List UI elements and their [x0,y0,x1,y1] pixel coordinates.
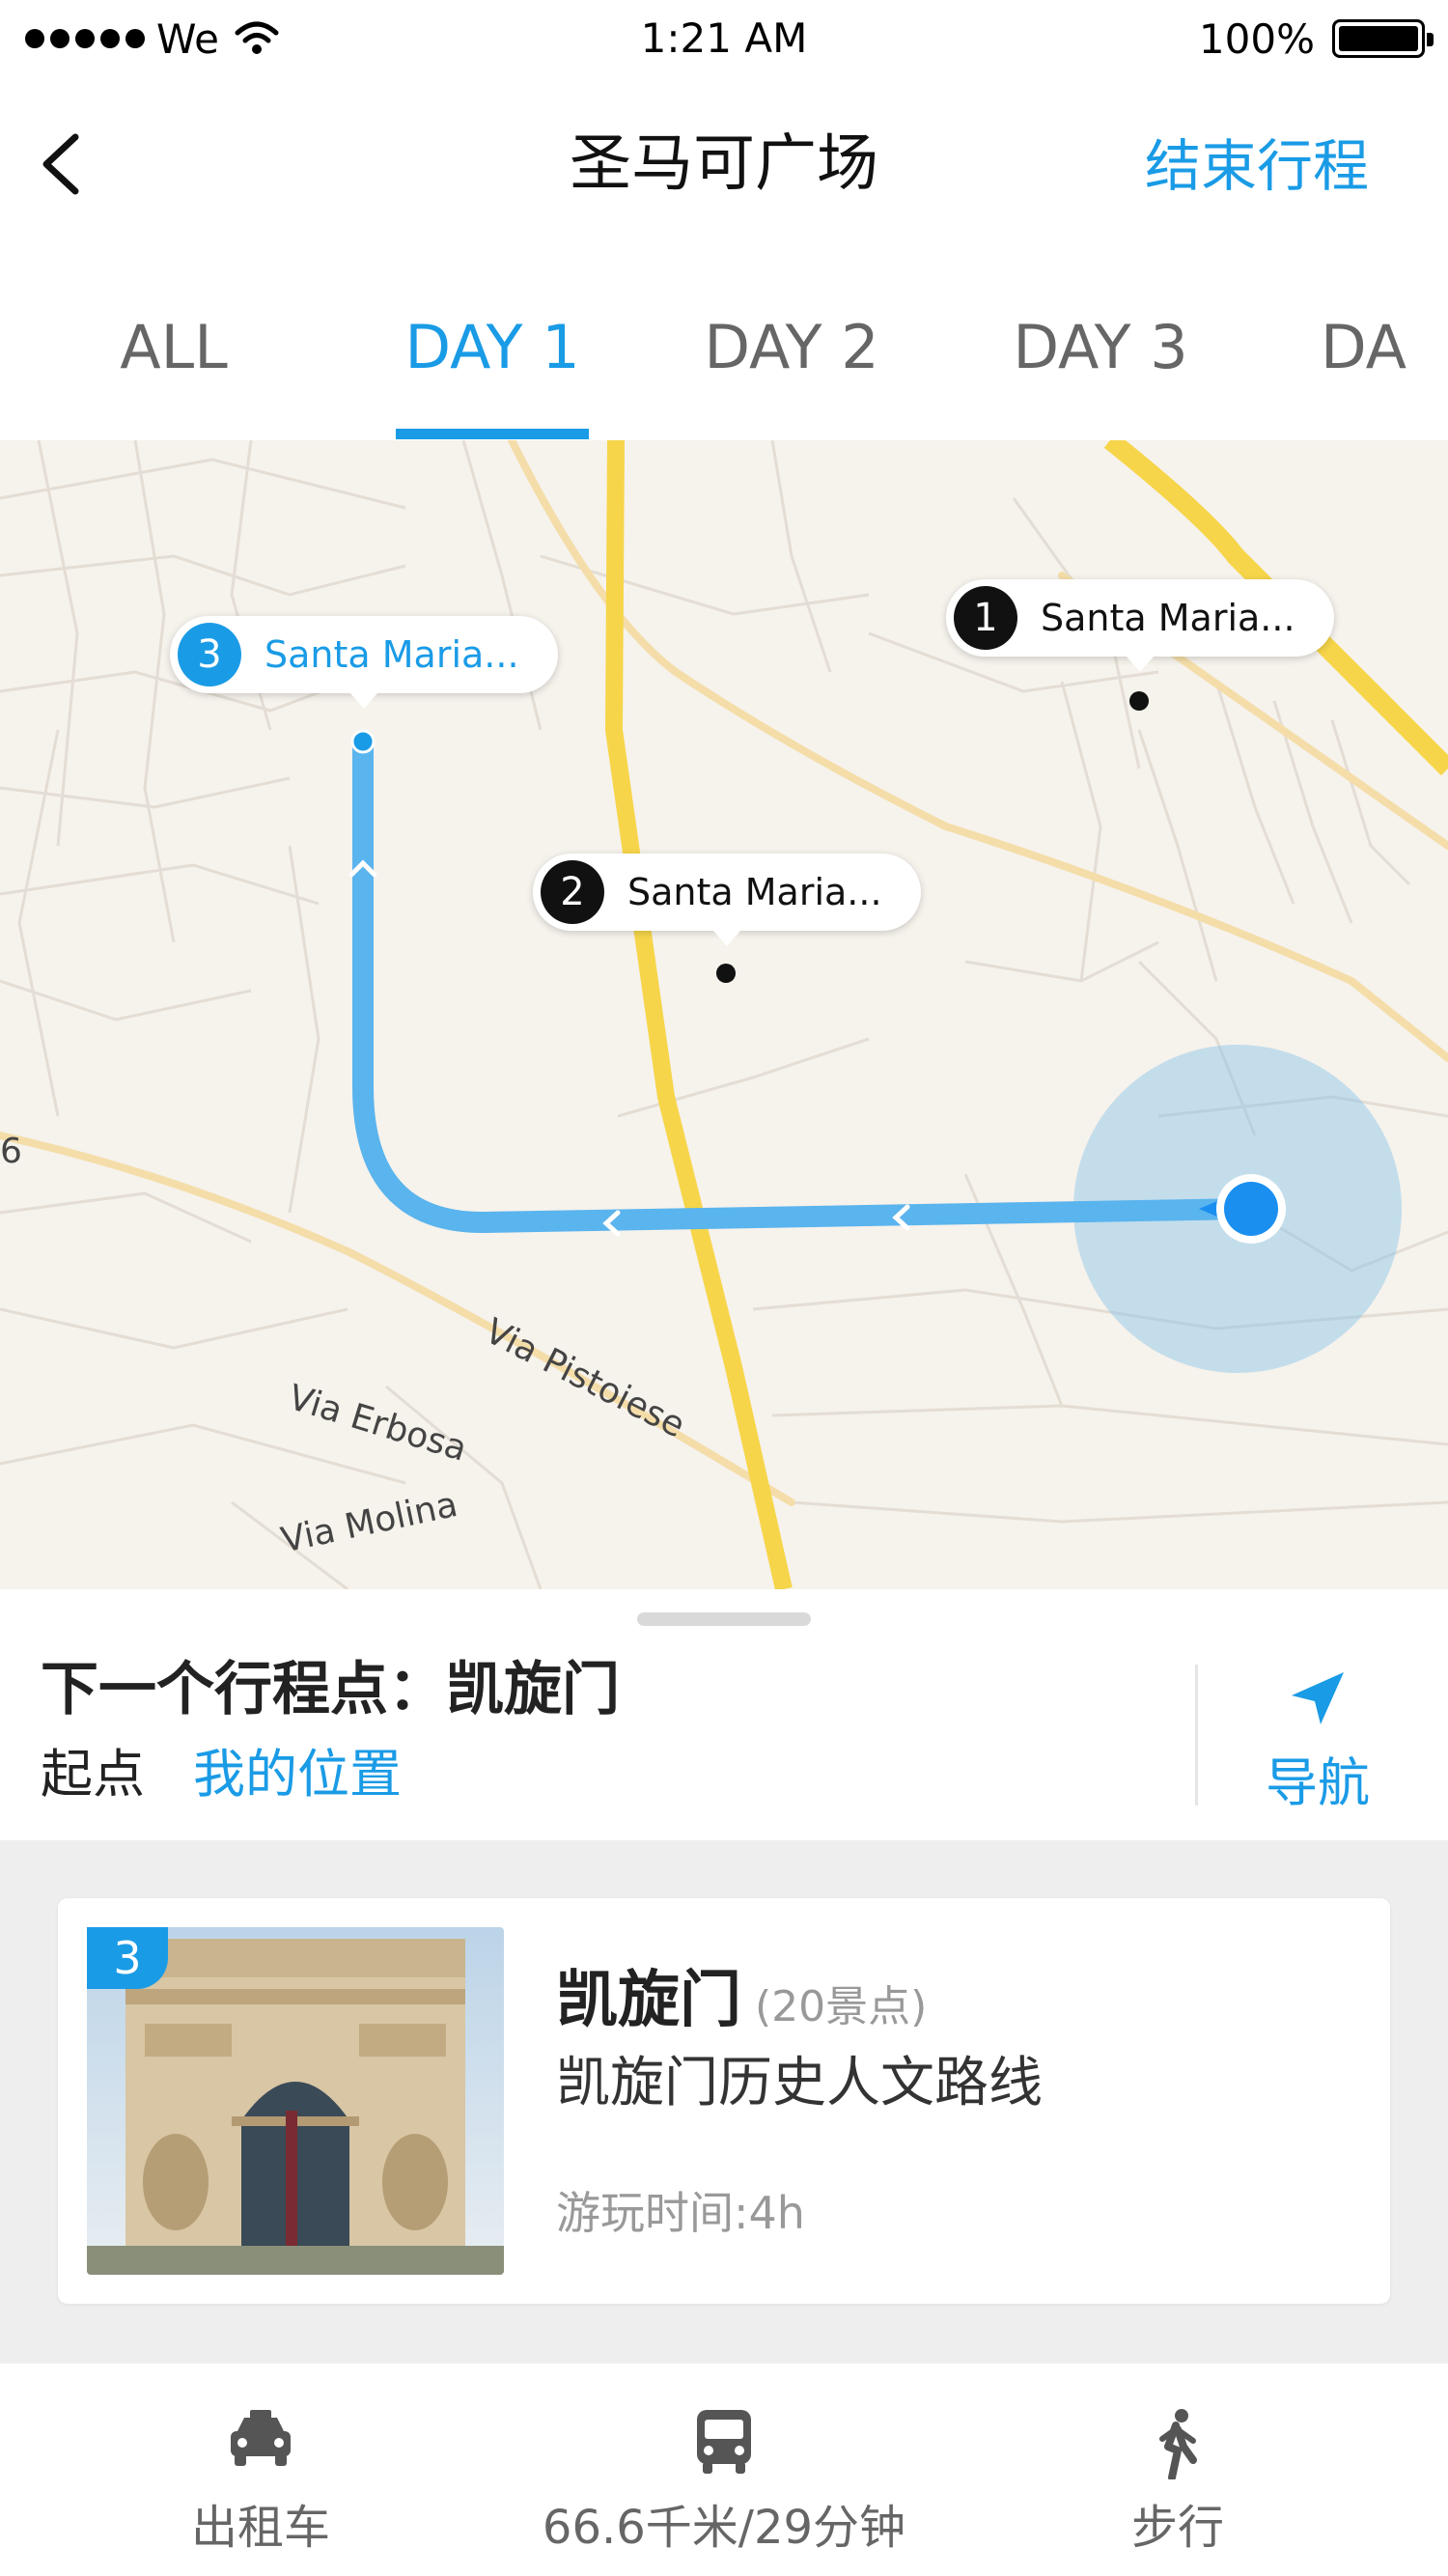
day-tabs: ALL DAY 1 DAY 2 DAY 3 DA [0,290,1448,440]
pin-label: Santa Maria... [1041,597,1295,639]
transport-label: 66.6千米/29分钟 [542,2501,906,2555]
battery-icon [1332,19,1434,58]
card-number-badge: 3 [87,1927,168,1989]
card-title-text: 凯旋门 [556,1965,741,2036]
pin-number: 3 [178,623,241,686]
transport-walk[interactable]: 步行 [1052,2364,1303,2576]
transport-taxi[interactable]: 出租车 [135,2364,386,2576]
card-spot-count: (20景点) [755,1982,928,2031]
map-pin-2[interactable]: 2 Santa Maria... [533,854,921,946]
map-view[interactable]: Via Pistoiese Via Erbosa Via Molina 6 1 … [0,440,1448,1589]
transport-bar: 出租车 66.6千米/29分钟 步行 [0,2362,1448,2576]
start-location-link[interactable]: 我的位置 [193,1740,402,1809]
card-play-time: 游玩时间:4h [556,2187,805,2239]
transport-label: 步行 [1130,2501,1224,2555]
transport-label: 出租车 [190,2501,330,2555]
route-card[interactable]: 3 凯旋门 (20景点) 凯旋门历史人文路线 游玩时间:4h [58,1898,1390,2304]
tab-active-indicator [396,429,589,439]
end-trip-button[interactable]: 结束行程 [1145,127,1369,205]
pin-number: 2 [541,860,604,924]
sheet-drag-handle[interactable] [637,1612,811,1626]
navigate-label: 导航 [1266,1752,1370,1813]
status-bar: We 1:21 AM 100% [0,0,1448,77]
taxi-icon [231,2410,291,2466]
tab-day-3[interactable]: DAY 3 [1004,290,1197,440]
divider [1195,1665,1198,1806]
card-subtitle: 凯旋门历史人文路线 [556,2052,1043,2114]
battery-fill [1339,26,1418,51]
navigation-arrow-icon [1292,1672,1344,1724]
street-label: 6 [0,1132,22,1171]
tab-day-4[interactable]: DA [1321,290,1448,440]
navigate-button[interactable]: 导航 [1245,1668,1390,1813]
bus-icon [697,2410,751,2474]
tab-day-1[interactable]: DAY 1 [396,290,589,440]
tab-all[interactable]: ALL [97,290,251,440]
walk-icon [1159,2409,1197,2479]
battery-percent: 100% [1198,14,1315,63]
status-right: 100% [1198,14,1434,64]
transport-bus[interactable]: 66.6千米/29分钟 [521,2364,927,2576]
map-pin-3[interactable]: 3 Santa Maria... [170,616,558,709]
next-point-title: 下一个行程点：凯旋门 [41,1656,620,1723]
pin-label: Santa Maria... [627,871,882,913]
pin-number: 1 [954,586,1017,650]
card-title: 凯旋门 (20景点) [556,1962,927,2046]
start-label: 起点 [41,1744,145,1805]
pin-label: Santa Maria... [265,633,519,676]
nav-bar: 圣马可广场 结束行程 [0,87,1448,241]
map-pin-1[interactable]: 1 Santa Maria... [946,579,1334,672]
tab-day-2[interactable]: DAY 2 [695,290,888,440]
